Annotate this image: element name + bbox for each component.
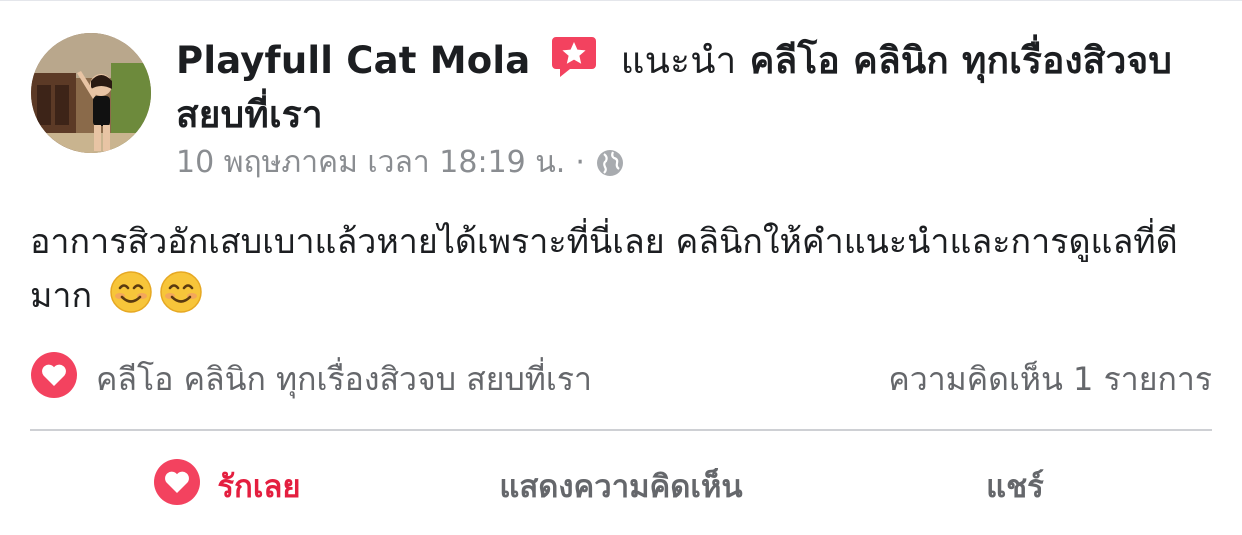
post-meta: 10 พฤษภาคม เวลา 18:19 น. · [176,143,625,189]
post-title: Playfull Cat Mola แนะนำ คลีโอ คลินิก ทุก… [176,35,1216,139]
comment-button-label: แสดงความคิดเห็น [499,469,743,505]
comment-button[interactable]: แสดงความคิดเห็น [424,461,818,511]
meta-separator: · [575,145,585,180]
avatar-photo [31,33,151,153]
reactor-name: คลีโอ คลินิก ทุกเรื่องสิวจบ สยบที่เรา [96,359,592,398]
recommend-icon [550,35,598,91]
comments-count[interactable]: ความคิดเห็น 1 รายการ [888,354,1212,405]
post-body: อาการสิวอักเสบเบาแล้วหายได้เพราะที่นี่เล… [30,215,1220,330]
reactions-bar: คลีโอ คลินิก ทุกเรื่องสิวจบ สยบที่เรา คว… [30,351,1212,407]
post-timestamp[interactable]: 10 พฤษภาคม เวลา 18:19 น. [176,145,565,180]
smiling-face-icon [109,270,153,330]
heart-icon [153,458,201,514]
avatar[interactable] [31,33,151,153]
action-bar: รักเลย แสดงความคิดเห็น แชร์ [30,451,1212,521]
love-button-label: รักเลย [217,469,301,505]
globe-icon[interactable] [595,148,625,189]
divider [30,429,1212,431]
smiling-face-icon [159,270,203,330]
share-button-label: แชร์ [986,469,1044,505]
post-header: Playfull Cat Mola แนะนำ คลีโอ คลินิก ทุก… [176,35,1216,139]
post-card: Playfull Cat Mola แนะนำ คลีโอ คลินิก ทุก… [0,0,1242,535]
reactions-summary[interactable]: คลีโอ คลินิก ทุกเรื่องสิวจบ สยบที่เรา [30,351,592,407]
love-reaction-icon [30,351,78,407]
recommend-verb: แนะนำ [620,39,737,82]
love-button[interactable]: รักเลย [30,458,424,514]
author-name[interactable]: Playfull Cat Mola [176,39,530,82]
share-button[interactable]: แชร์ [818,461,1212,511]
